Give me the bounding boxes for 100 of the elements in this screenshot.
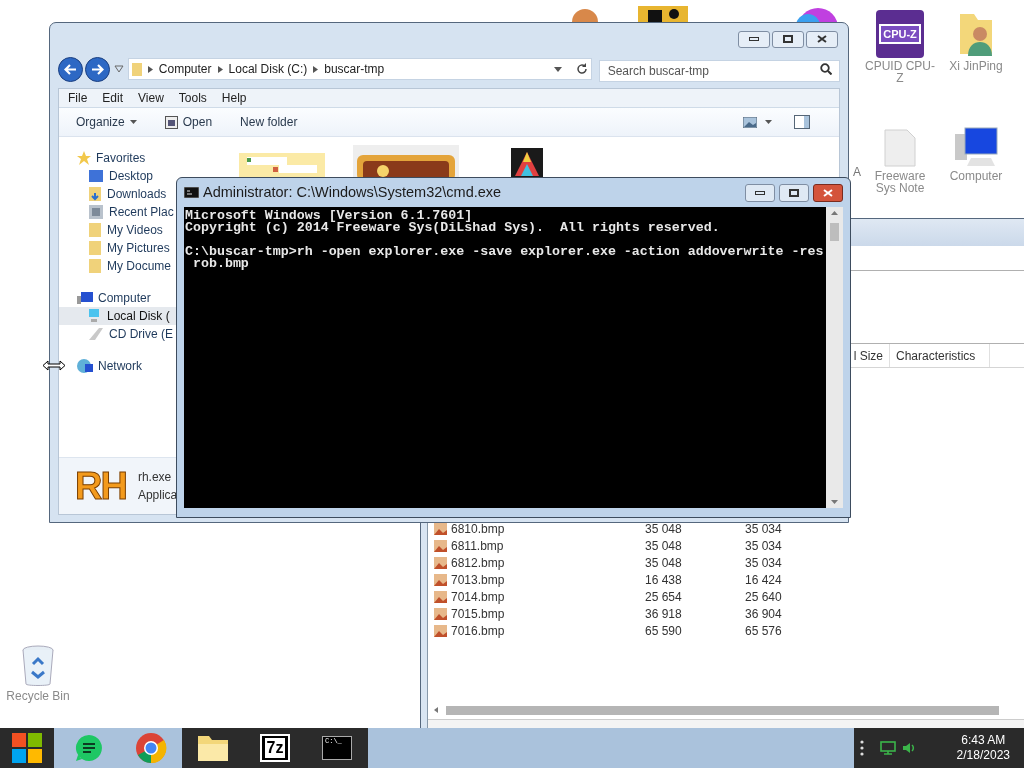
chat-icon: [74, 733, 104, 763]
desktop-icon: [89, 170, 103, 182]
window-icon: [164, 115, 178, 129]
app-logo: RH: [75, 467, 126, 505]
dropdown-icon[interactable]: [553, 66, 562, 72]
dropdown-icon[interactable]: [113, 65, 124, 73]
refresh-icon[interactable]: [575, 63, 588, 75]
table-cell-text: 25 654: [645, 588, 683, 606]
nav-item[interactable]: CD Drive (E: [59, 325, 177, 343]
desktop-icon-label[interactable]: Freeware Sys Note: [865, 170, 935, 194]
menu-item[interactable]: View: [138, 89, 164, 107]
windows-logo-icon: [12, 733, 42, 763]
file-name-cell[interactable]: 7016.bmp: [451, 621, 505, 640]
table-cell-text: 35 048: [645, 554, 683, 572]
breadcrumb-item[interactable]: buscar-tmp: [324, 60, 385, 78]
search-field[interactable]: Search buscar-tmp: [598, 60, 840, 82]
forward-arrow-icon: [90, 63, 104, 75]
image-file-icon: [434, 590, 447, 603]
breadcrumb-item[interactable]: Computer: [158, 60, 212, 78]
menu-item[interactable]: Tools: [178, 89, 207, 107]
preview-pane-icon[interactable]: [794, 115, 810, 129]
menu-item[interactable]: File: [68, 89, 88, 107]
file-name-cell[interactable]: 6810.bmp: [451, 519, 505, 538]
nav-group-label[interactable]: Network: [98, 357, 142, 375]
new-folder-button[interactable]: New folder: [240, 113, 298, 131]
back-button[interactable]: [58, 56, 83, 82]
view-icon[interactable]: [743, 116, 757, 128]
close-button[interactable]: [813, 183, 843, 202]
desktop-icon-label[interactable]: Recycle Bin: [3, 690, 73, 702]
table-cell-text: 35 048: [645, 537, 683, 555]
nav-group-label[interactable]: Computer: [98, 289, 151, 307]
organize-button[interactable]: Organize: [76, 113, 137, 131]
close-button[interactable]: [806, 30, 838, 48]
nav-item[interactable]: My Videos: [59, 221, 177, 239]
desktop-icon-label[interactable]: Xi JinPing: [941, 60, 1011, 72]
recycle-bin-icon: [21, 644, 55, 688]
nav-group-label[interactable]: Favorites: [96, 149, 146, 167]
forward-button[interactable]: [84, 56, 110, 82]
nav-item[interactable]: Downloads: [59, 185, 177, 203]
start-button[interactable]: [0, 728, 54, 768]
chevron-right-icon: [313, 65, 319, 73]
nav-item[interactable]: Recent Plac: [59, 203, 177, 221]
nav-item[interactable]: My Docume: [59, 257, 177, 275]
window-title: Administrator: C:\Windows\System32\cmd.exe: [203, 182, 502, 202]
more-icon[interactable]: [860, 740, 864, 756]
nav-item[interactable]: Desktop: [59, 167, 177, 185]
desktop-icon-label[interactable]: CPUID CPU-Z: [865, 60, 935, 84]
folder-icon: [89, 241, 101, 255]
maximize-button[interactable]: [779, 183, 809, 202]
downloads-folder-icon: [89, 187, 101, 201]
menu-item[interactable]: Help: [221, 89, 247, 107]
breadcrumb-item[interactable]: Local Disk (C:): [228, 60, 308, 78]
file-name-cell[interactable]: 7014.bmp: [451, 587, 505, 606]
image-file-icon: [434, 539, 447, 552]
desktop-icon-label[interactable]: Computer: [941, 170, 1011, 182]
terminal-icon: [184, 187, 199, 198]
network-icon[interactable]: [880, 741, 896, 755]
minimize-button[interactable]: [738, 30, 770, 48]
table-cell-text: 16 424: [745, 571, 783, 589]
drive-icon: [89, 309, 101, 323]
console-line: Microsoft Windows [Version 6.1.7601]: [185, 210, 473, 222]
chevron-right-icon: [147, 65, 153, 73]
caret-icon[interactable]: [765, 120, 772, 124]
image-file-icon: [434, 556, 447, 569]
column-header[interactable]: l Size: [852, 344, 890, 367]
network-icon: [77, 359, 93, 373]
scroll-up-icon: [831, 211, 838, 215]
address-bar[interactable]: Computer Local Disk (C:) buscar-tmp: [127, 58, 592, 80]
table-cell-text: 65 590: [645, 622, 683, 640]
file-name: rh.exe: [137, 469, 173, 486]
taskbar-button[interactable]: 7z: [244, 728, 306, 768]
archive-icon: 7z: [260, 734, 290, 762]
table-cell-text: 35 034: [745, 520, 783, 538]
open-button[interactable]: Open: [164, 113, 213, 131]
star-icon: [77, 151, 91, 165]
nav-item[interactable]: Local Disk (: [59, 307, 177, 325]
minimize-button[interactable]: [745, 183, 775, 202]
column-header[interactable]: Characteristics: [890, 344, 990, 367]
desktop-icon-label[interactable]: A: [853, 163, 861, 181]
file-type: Applica: [137, 487, 178, 504]
scroll-thumb[interactable]: [446, 705, 999, 715]
taskbar-button[interactable]: [182, 728, 244, 768]
console-line: rob.bmp: [192, 258, 249, 270]
table-cell-text: 16 438: [645, 571, 683, 589]
scroll-down-icon: [831, 500, 838, 504]
recent-places-icon: [89, 205, 103, 219]
file-name-cell[interactable]: 7013.bmp: [451, 570, 505, 589]
menu-item[interactable]: Edit: [102, 89, 124, 107]
volume-icon[interactable]: [902, 742, 916, 754]
file-name-cell[interactable]: 6811.bmp: [451, 536, 504, 555]
scrollbar[interactable]: [826, 207, 843, 508]
scroll-thumb[interactable]: [830, 223, 839, 241]
maximize-button[interactable]: [772, 30, 804, 48]
file-name-cell[interactable]: 7015.bmp: [451, 604, 505, 623]
table-cell-text: 35 034: [745, 537, 783, 555]
table-cell-text: 65 576: [745, 622, 783, 640]
nav-item[interactable]: My Pictures: [59, 239, 177, 257]
table-cell-text: 36 904: [745, 605, 783, 623]
file-name-cell[interactable]: 6812.bmp: [451, 553, 505, 572]
app-icon: [511, 148, 543, 180]
